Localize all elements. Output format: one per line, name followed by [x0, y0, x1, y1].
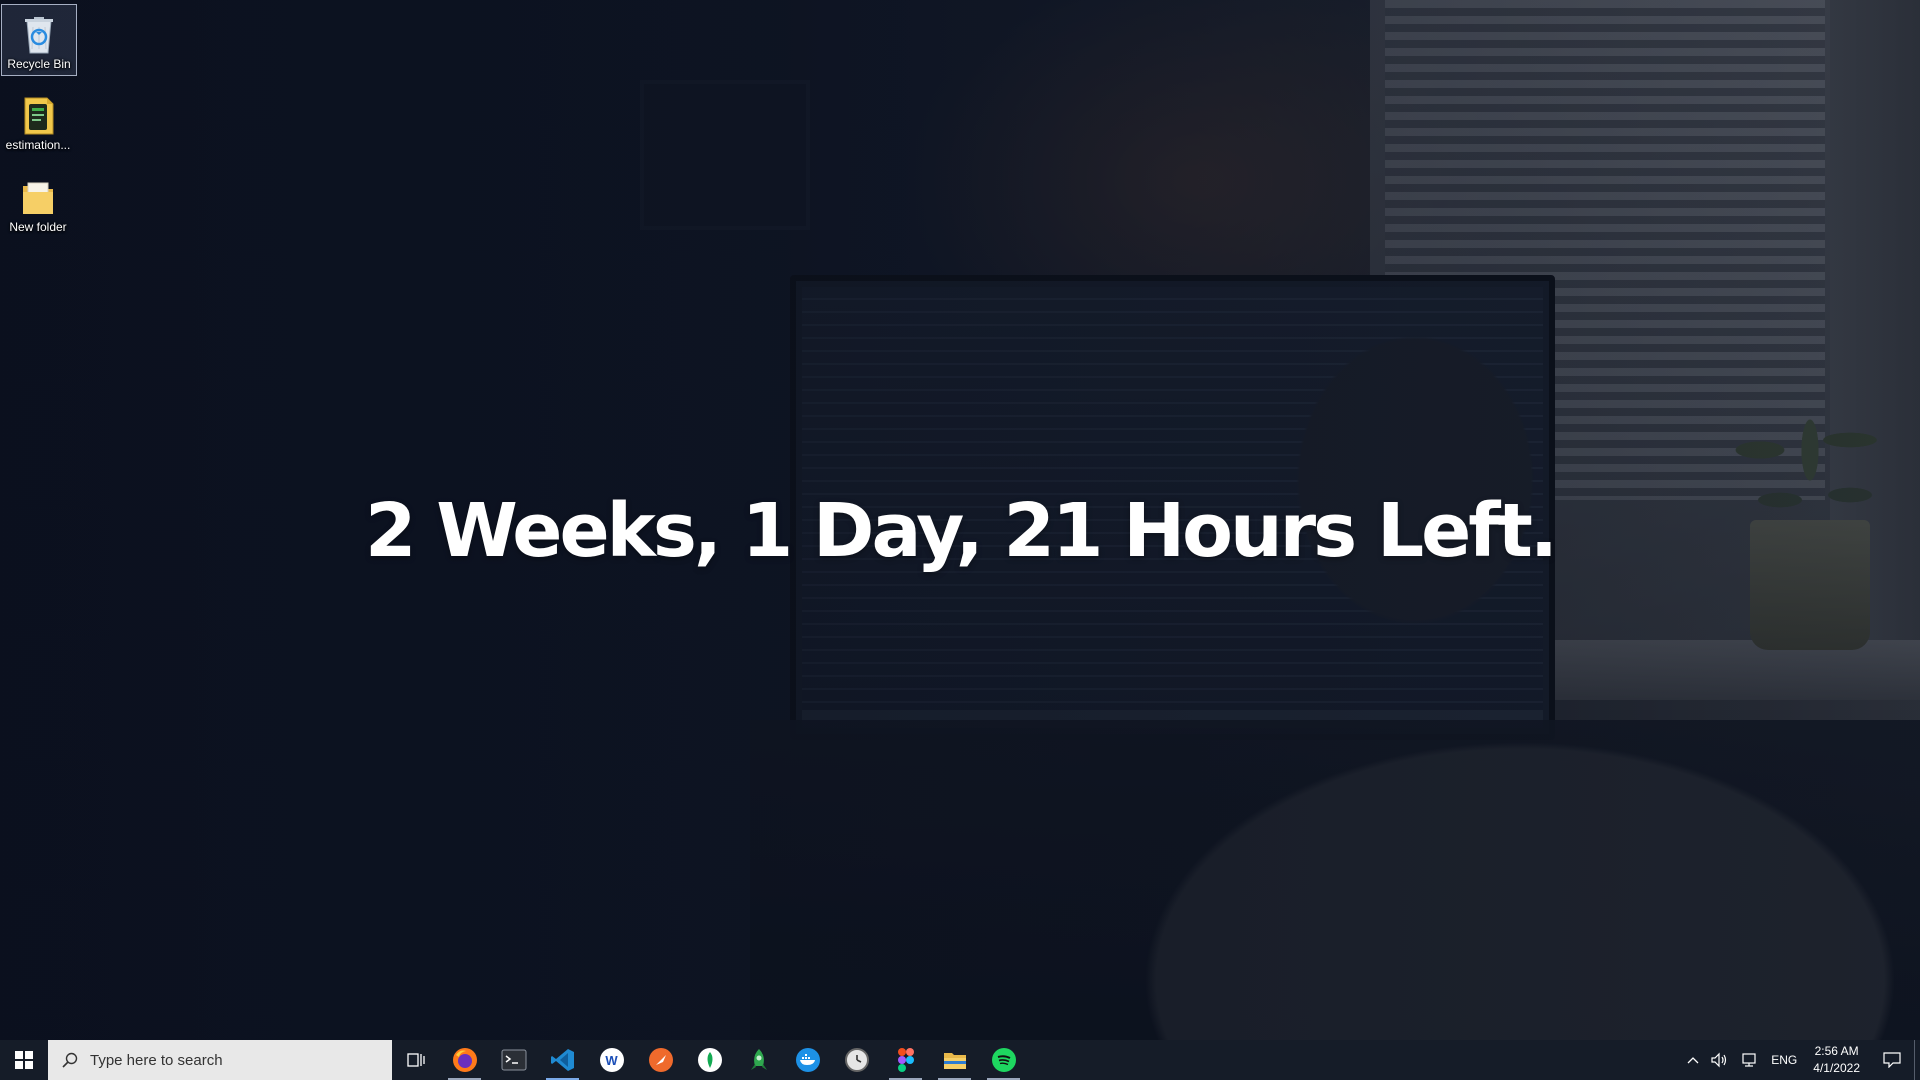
mongodb-icon	[697, 1048, 722, 1072]
countdown-text: 2 Weeks, 1 Day, 21 Hours Left.	[365, 488, 1558, 574]
search-icon	[62, 1052, 78, 1068]
recycle-bin-icon	[20, 11, 58, 55]
taskbar-app-rocket[interactable]	[734, 1040, 783, 1080]
clock-time: 2:56 AM	[1814, 1044, 1859, 1058]
postman-icon	[648, 1048, 673, 1072]
taskbar-app-figma[interactable]	[881, 1040, 930, 1080]
taskbar-app-clock[interactable]	[832, 1040, 881, 1080]
taskbar-app-terminal[interactable]	[489, 1040, 538, 1080]
clock-date: 4/1/2022	[1813, 1061, 1860, 1075]
taskbar-app-firefox[interactable]	[440, 1040, 489, 1080]
windows-icon	[15, 1051, 33, 1069]
taskbar: Type here to search W ENG 2:56 AM 4/1/20…	[0, 1040, 1920, 1080]
terminal-icon	[501, 1049, 526, 1071]
desktop-icon-estimation[interactable]: estimation...	[0, 86, 76, 158]
taskbar-app-w[interactable]: W	[587, 1040, 636, 1080]
desktop-icon-label: estimation...	[5, 138, 71, 152]
folder-icon	[19, 174, 57, 218]
desktop-icon-recycle-bin[interactable]: Recycle Bin	[1, 4, 77, 76]
tray-overflow-button[interactable]	[1681, 1040, 1705, 1080]
w-icon: W	[599, 1048, 624, 1072]
network-icon	[1742, 1053, 1756, 1067]
folder-icon	[943, 1053, 966, 1069]
tray-network-button[interactable]	[1735, 1040, 1765, 1080]
vscode-icon	[550, 1049, 574, 1071]
volume-icon	[1711, 1052, 1727, 1068]
task-view-icon	[407, 1053, 425, 1067]
search-placeholder: Type here to search	[90, 1051, 223, 1069]
taskbar-app-postman[interactable]	[636, 1040, 685, 1080]
notification-icon	[1883, 1052, 1901, 1068]
taskbar-app-file-explorer[interactable]	[930, 1040, 979, 1080]
desktop-icon-label: New folder	[9, 220, 67, 234]
taskbar-app-mongodb[interactable]	[685, 1040, 734, 1080]
firefox-icon	[452, 1048, 477, 1072]
start-button[interactable]	[0, 1040, 48, 1080]
chevron-up-icon	[1687, 1057, 1699, 1064]
taskbar-app-vscode[interactable]	[538, 1040, 587, 1080]
show-desktop-button[interactable]	[1914, 1040, 1920, 1080]
rocket-icon	[750, 1049, 767, 1070]
figma-icon	[897, 1048, 914, 1072]
tray-volume-button[interactable]	[1705, 1040, 1735, 1080]
taskbar-app-spotify[interactable]	[979, 1040, 1028, 1080]
desktop-icon-new-folder[interactable]: New folder	[0, 168, 76, 240]
desktop-icon-label: Recycle Bin	[7, 57, 71, 71]
clock-app-icon	[844, 1048, 869, 1072]
tray-language[interactable]: ENG	[1765, 1040, 1803, 1080]
taskbar-search-box[interactable]: Type here to search	[48, 1040, 392, 1080]
taskbar-app-docker[interactable]	[783, 1040, 832, 1080]
notification-center-button[interactable]	[1870, 1040, 1914, 1080]
docker-icon	[795, 1048, 820, 1072]
task-view-button[interactable]	[392, 1040, 440, 1080]
tray-clock[interactable]: 2:56 AM 4/1/2022	[1803, 1043, 1870, 1077]
spotify-icon	[991, 1048, 1016, 1072]
system-tray: ENG 2:56 AM 4/1/2022	[1681, 1040, 1920, 1080]
file-icon	[19, 92, 57, 136]
